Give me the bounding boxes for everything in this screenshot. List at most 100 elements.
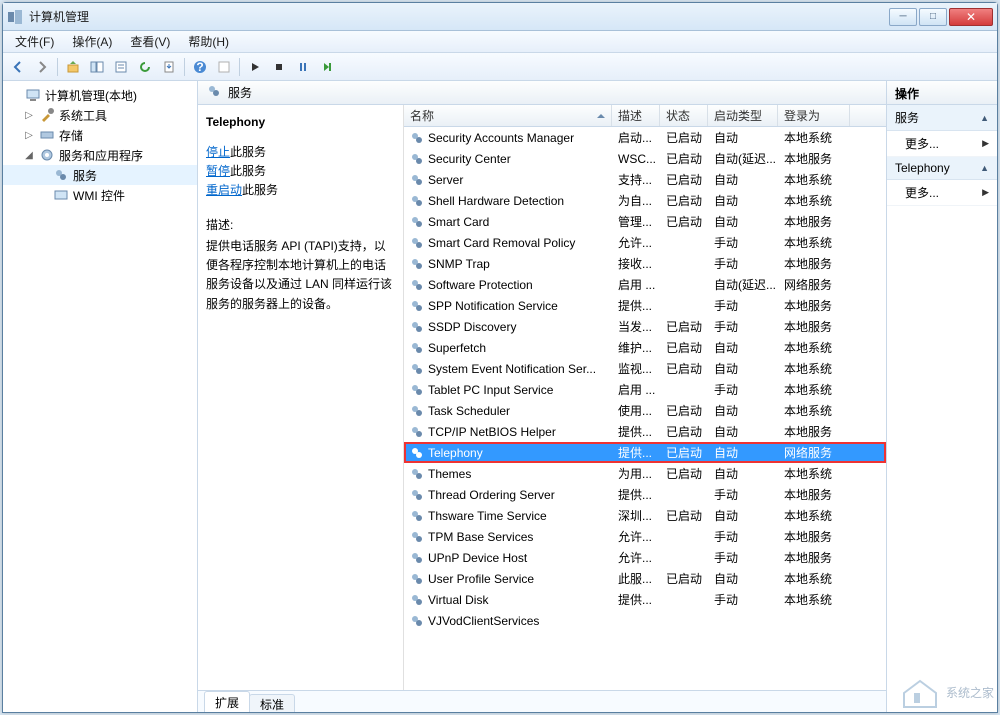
service-row[interactable]: Task Scheduler使用...已启动自动本地系统 [404,400,886,421]
refresh-button[interactable] [134,56,156,78]
computer-icon [25,87,41,103]
up-button[interactable] [62,56,84,78]
cell-status: 已启动 [660,318,708,335]
service-row[interactable]: Smart Card Removal Policy允许...手动本地系统 [404,232,886,253]
cell-logon: 本地服务 [778,423,850,440]
pause-service-button[interactable] [292,56,314,78]
show-hide-tree-button[interactable] [86,56,108,78]
cell-desc: 提供... [612,297,660,314]
window-title: 计算机管理 [29,8,889,25]
cell-status: 已启动 [660,192,708,209]
service-list[interactable]: Security Accounts Manager启动...已启动自动本地系统S… [404,127,886,690]
menu-action[interactable]: 操作(A) [64,31,120,52]
cell-startup: 手动 [708,318,778,335]
toolbar-icon[interactable] [213,56,235,78]
service-row[interactable]: Software Protection启用 ...自动(延迟...网络服务 [404,274,886,295]
cell-desc: 提供... [612,486,660,503]
cell-name: SNMP Trap [404,257,612,271]
tab-extended[interactable]: 扩展 [204,691,250,712]
cell-name: Software Protection [404,278,612,292]
titlebar[interactable]: 计算机管理 ─ □ ✕ [3,3,997,31]
cell-logon: 本地系统 [778,381,850,398]
service-row[interactable]: Security Accounts Manager启动...已启动自动本地系统 [404,127,886,148]
stop-service-button[interactable] [268,56,290,78]
col-startup[interactable]: 启动类型 [708,105,778,126]
service-row[interactable]: Smart Card管理...已启动自动本地服务 [404,211,886,232]
tree-services-apps[interactable]: ◢服务和应用程序 [3,145,197,165]
service-row[interactable]: Telephony提供...已启动自动网络服务 [404,442,886,463]
service-row[interactable]: User Profile Service此服...已启动自动本地系统 [404,568,886,589]
cell-startup: 自动 [708,129,778,146]
service-row[interactable]: Thread Ordering Server提供...手动本地服务 [404,484,886,505]
cell-startup: 手动 [708,297,778,314]
menu-view[interactable]: 查看(V) [122,31,178,52]
cell-startup: 自动 [708,192,778,209]
nav-tree[interactable]: 计算机管理(本地) ▷系统工具 ▷存储 ◢服务和应用程序 服务 WMI 控件 [3,81,198,712]
restart-link[interactable]: 重启动 [206,183,242,197]
service-row[interactable]: System Event Notification Ser...监视...已启动… [404,358,886,379]
tab-standard[interactable]: 标准 [249,694,295,712]
tree-services[interactable]: 服务 [3,165,197,185]
stop-link[interactable]: 停止 [206,145,230,159]
service-row[interactable]: Thsware Time Service深圳...已启动自动本地系统 [404,505,886,526]
cell-name: Themes [404,467,612,481]
menu-file[interactable]: 文件(F) [7,31,62,52]
tree-wmi[interactable]: WMI 控件 [3,185,197,205]
cell-status: 已启动 [660,150,708,167]
service-row[interactable]: Superfetch维护...已启动自动本地系统 [404,337,886,358]
service-row[interactable]: TPM Base Services允许...手动本地服务 [404,526,886,547]
service-row[interactable]: SPP Notification Service提供...手动本地服务 [404,295,886,316]
col-status[interactable]: 状态 [660,105,708,126]
wmi-icon [53,187,69,203]
help-button[interactable]: ? [189,56,211,78]
service-row[interactable]: TCP/IP NetBIOS Helper提供...已启动自动本地服务 [404,421,886,442]
back-button[interactable] [7,56,29,78]
properties-button[interactable] [110,56,132,78]
actions-section-telephony[interactable]: Telephony▲ [887,157,997,180]
cell-name: Superfetch [404,341,612,355]
service-row[interactable]: Security CenterWSC...已启动自动(延迟...本地服务 [404,148,886,169]
cell-status: 已启动 [660,171,708,188]
cell-desc: 为自... [612,192,660,209]
col-desc[interactable]: 描述 [612,105,660,126]
service-row[interactable]: Tablet PC Input Service启用 ...手动本地系统 [404,379,886,400]
restart-service-button[interactable] [316,56,338,78]
tree-storage[interactable]: ▷存储 [3,125,197,145]
actions-more-2[interactable]: 更多...▶ [887,180,997,206]
close-button[interactable]: ✕ [949,8,993,26]
cell-status: 已启动 [660,213,708,230]
tree-system-tools[interactable]: ▷系统工具 [3,105,197,125]
minimize-button[interactable]: ─ [889,8,917,26]
actions-section-services[interactable]: 服务▲ [887,105,997,131]
service-row[interactable]: UPnP Device Host允许...手动本地服务 [404,547,886,568]
service-row[interactable]: Virtual Disk提供...手动本地系统 [404,589,886,610]
cell-logon: 本地服务 [778,213,850,230]
export-button[interactable] [158,56,180,78]
col-name[interactable]: 名称 [404,105,612,126]
tree-root[interactable]: 计算机管理(本地) [3,85,197,105]
column-headers[interactable]: 名称 描述 状态 启动类型 登录为 [404,105,886,127]
service-row[interactable]: SNMP Trap接收...手动本地服务 [404,253,886,274]
actions-more-1[interactable]: 更多...▶ [887,131,997,157]
col-logon[interactable]: 登录为 [778,105,850,126]
chevron-right-icon: ▶ [982,138,989,149]
start-service-button[interactable] [244,56,266,78]
cell-desc: 接收... [612,255,660,272]
cell-logon: 本地系统 [778,234,850,251]
cell-desc: 提供... [612,423,660,440]
pause-link[interactable]: 暂停 [206,164,230,178]
cell-desc: 提供... [612,591,660,608]
forward-button[interactable] [31,56,53,78]
cell-logon: 本地系统 [778,465,850,482]
cell-startup: 自动 [708,507,778,524]
service-row[interactable]: Themes为用...已启动自动本地系统 [404,463,886,484]
service-row[interactable]: VJVodClientServices [404,610,886,631]
cell-name: System Event Notification Ser... [404,362,612,376]
cell-status: 已启动 [660,129,708,146]
cell-name: Smart Card [404,215,612,229]
service-row[interactable]: Shell Hardware Detection为自...已启动自动本地系统 [404,190,886,211]
service-row[interactable]: Server支持...已启动自动本地系统 [404,169,886,190]
menu-help[interactable]: 帮助(H) [180,31,237,52]
maximize-button[interactable]: □ [919,8,947,26]
service-row[interactable]: SSDP Discovery当发...已启动手动本地服务 [404,316,886,337]
